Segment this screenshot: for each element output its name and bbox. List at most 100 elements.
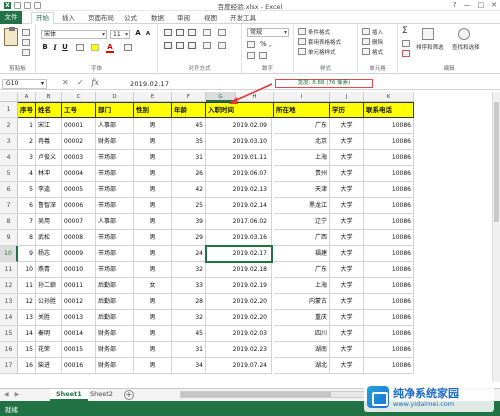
tab-data[interactable]: 数据 bbox=[151, 13, 164, 24]
tab-formulas[interactable]: 公式 bbox=[124, 13, 137, 24]
table-cell[interactable]: 2019.02.13 bbox=[206, 182, 272, 198]
tab-insert[interactable]: 插入 bbox=[62, 13, 75, 24]
table-cell[interactable]: 00003 bbox=[62, 150, 96, 166]
table-cell[interactable]: 男 bbox=[134, 134, 172, 150]
table-cell[interactable]: 10086 bbox=[364, 246, 414, 262]
sheet-tab-sheet2[interactable]: Sheet2 bbox=[84, 389, 119, 401]
row-header[interactable]: 12 bbox=[0, 278, 18, 294]
table-cell[interactable]: 男 bbox=[134, 310, 172, 326]
table-cell[interactable]: 杨志 bbox=[36, 246, 62, 262]
table-cell[interactable]: 大学 bbox=[330, 358, 364, 374]
table-cell[interactable]: 10086 bbox=[364, 230, 414, 246]
table-cell[interactable]: 市场部 bbox=[96, 198, 134, 214]
sheet-tab-sheet1[interactable]: Sheet1 bbox=[50, 389, 88, 401]
wrap-text-icon[interactable] bbox=[218, 29, 226, 36]
table-cell[interactable]: 2 bbox=[18, 134, 36, 150]
increase-font-icon[interactable]: A bbox=[134, 29, 142, 37]
table-cell[interactable]: 42 bbox=[172, 182, 206, 198]
table-cell[interactable]: 10086 bbox=[364, 342, 414, 358]
table-cell[interactable]: 2019.02.20 bbox=[206, 310, 272, 326]
table-cell[interactable]: 7 bbox=[18, 214, 36, 230]
column-header-i[interactable]: I bbox=[274, 92, 330, 102]
table-cell[interactable]: 10086 bbox=[364, 262, 414, 278]
horizontal-scrollbar[interactable] bbox=[180, 391, 380, 398]
decrease-font-icon[interactable]: A bbox=[144, 31, 152, 37]
tab-developer[interactable]: 开发工具 bbox=[230, 13, 256, 24]
table-cell[interactable]: 秦明 bbox=[36, 326, 62, 342]
table-cell[interactable]: 黑龙江 bbox=[274, 198, 330, 214]
table-cell[interactable]: 00012 bbox=[62, 294, 96, 310]
column-header-c[interactable]: C bbox=[62, 92, 96, 102]
table-cell[interactable]: 2019.02.20 bbox=[206, 294, 272, 310]
table-cell[interactable]: 市场部 bbox=[96, 166, 134, 182]
help-button[interactable]: ? bbox=[453, 1, 457, 9]
table-cell[interactable]: 上海 bbox=[274, 150, 330, 166]
table-cell[interactable]: 林冲 bbox=[36, 166, 62, 182]
table-cell[interactable]: 大学 bbox=[330, 166, 364, 182]
table-cell[interactable]: 广东 bbox=[274, 262, 330, 278]
bold-button[interactable]: B bbox=[41, 43, 49, 51]
comma-button[interactable]: , bbox=[269, 40, 271, 48]
table-cell[interactable]: 16 bbox=[18, 358, 36, 374]
table-cell[interactable]: 12 bbox=[18, 294, 36, 310]
table-cell[interactable]: 大学 bbox=[330, 134, 364, 150]
align-bottom-icon[interactable] bbox=[188, 29, 196, 36]
column-header-f[interactable]: F bbox=[172, 92, 206, 102]
copy-icon[interactable] bbox=[22, 39, 30, 46]
table-cell[interactable]: 后勤部 bbox=[96, 294, 134, 310]
table-cell[interactable]: 00016 bbox=[62, 358, 96, 374]
table-cell[interactable]: 孙二娘 bbox=[36, 278, 62, 294]
column-header-e[interactable]: E bbox=[134, 92, 172, 102]
delete-cells-button[interactable]: 删除 bbox=[372, 38, 383, 46]
row-header[interactable]: 2 bbox=[0, 118, 18, 134]
table-cell[interactable]: 广西 bbox=[274, 230, 330, 246]
table-cell[interactable]: 财务部 bbox=[96, 134, 134, 150]
align-center-icon[interactable] bbox=[176, 42, 184, 49]
table-cell[interactable]: 柴进 bbox=[36, 358, 62, 374]
table-cell[interactable]: 男 bbox=[134, 246, 172, 262]
row-header[interactable]: 8 bbox=[0, 214, 18, 230]
table-cell[interactable]: 北京 bbox=[274, 134, 330, 150]
cell-styles-icon[interactable] bbox=[298, 48, 306, 55]
table-cell[interactable]: 男 bbox=[134, 214, 172, 230]
table-header-cell[interactable]: 入职时间 bbox=[206, 102, 274, 118]
border-icon[interactable] bbox=[76, 44, 84, 51]
table-header-cell[interactable]: 联系电话 bbox=[364, 102, 414, 118]
table-cell[interactable]: 00002 bbox=[62, 134, 96, 150]
table-cell[interactable]: 男 bbox=[134, 230, 172, 246]
enter-icon[interactable]: ✓ bbox=[77, 78, 84, 87]
table-cell[interactable]: 33 bbox=[172, 278, 206, 294]
align-right-icon[interactable] bbox=[188, 42, 196, 49]
table-cell[interactable]: 贵州 bbox=[274, 166, 330, 182]
table-header-cell[interactable]: 性别 bbox=[134, 102, 172, 118]
indent-icon[interactable] bbox=[203, 42, 211, 49]
table-cell[interactable]: 李逵 bbox=[36, 182, 62, 198]
row-header[interactable]: 10 bbox=[0, 246, 18, 262]
row-header[interactable]: 3 bbox=[0, 134, 18, 150]
table-header-cell[interactable]: 年龄 bbox=[172, 102, 206, 118]
vertical-scroll-thumb[interactable] bbox=[494, 102, 499, 222]
table-cell[interactable]: 市场部 bbox=[96, 230, 134, 246]
table-cell[interactable]: 2017.06.02 bbox=[206, 214, 272, 230]
table-cell[interactable]: 31 bbox=[172, 342, 206, 358]
sort-filter-button[interactable]: 排序和筛选 bbox=[416, 43, 444, 51]
conditional-format-button[interactable]: 条件格式 bbox=[308, 28, 330, 36]
insert-cells-icon[interactable] bbox=[362, 28, 370, 35]
table-cell[interactable]: 重庆 bbox=[274, 310, 330, 326]
table-cell[interactable]: 2019.06.07 bbox=[206, 166, 272, 182]
phonetic-icon[interactable] bbox=[124, 44, 132, 51]
table-cell[interactable]: 男 bbox=[134, 342, 172, 358]
table-cell[interactable]: 2019.03.16 bbox=[206, 230, 272, 246]
table-cell[interactable]: 10086 bbox=[364, 294, 414, 310]
merge-center-icon[interactable] bbox=[218, 42, 226, 49]
table-cell[interactable]: 2019.02.14 bbox=[206, 198, 272, 214]
font-name-select[interactable]: 宋体 bbox=[41, 30, 107, 39]
row-header[interactable]: 5 bbox=[0, 166, 18, 182]
row-header[interactable]: 1 bbox=[0, 102, 18, 118]
autosum-icon[interactable]: Σ bbox=[402, 26, 408, 36]
row-header[interactable]: 7 bbox=[0, 198, 18, 214]
insert-function-icon[interactable]: fx bbox=[91, 78, 98, 87]
table-cell[interactable]: 1 bbox=[18, 118, 36, 134]
row-header[interactable]: 15 bbox=[0, 326, 18, 342]
align-middle-icon[interactable] bbox=[176, 29, 184, 36]
